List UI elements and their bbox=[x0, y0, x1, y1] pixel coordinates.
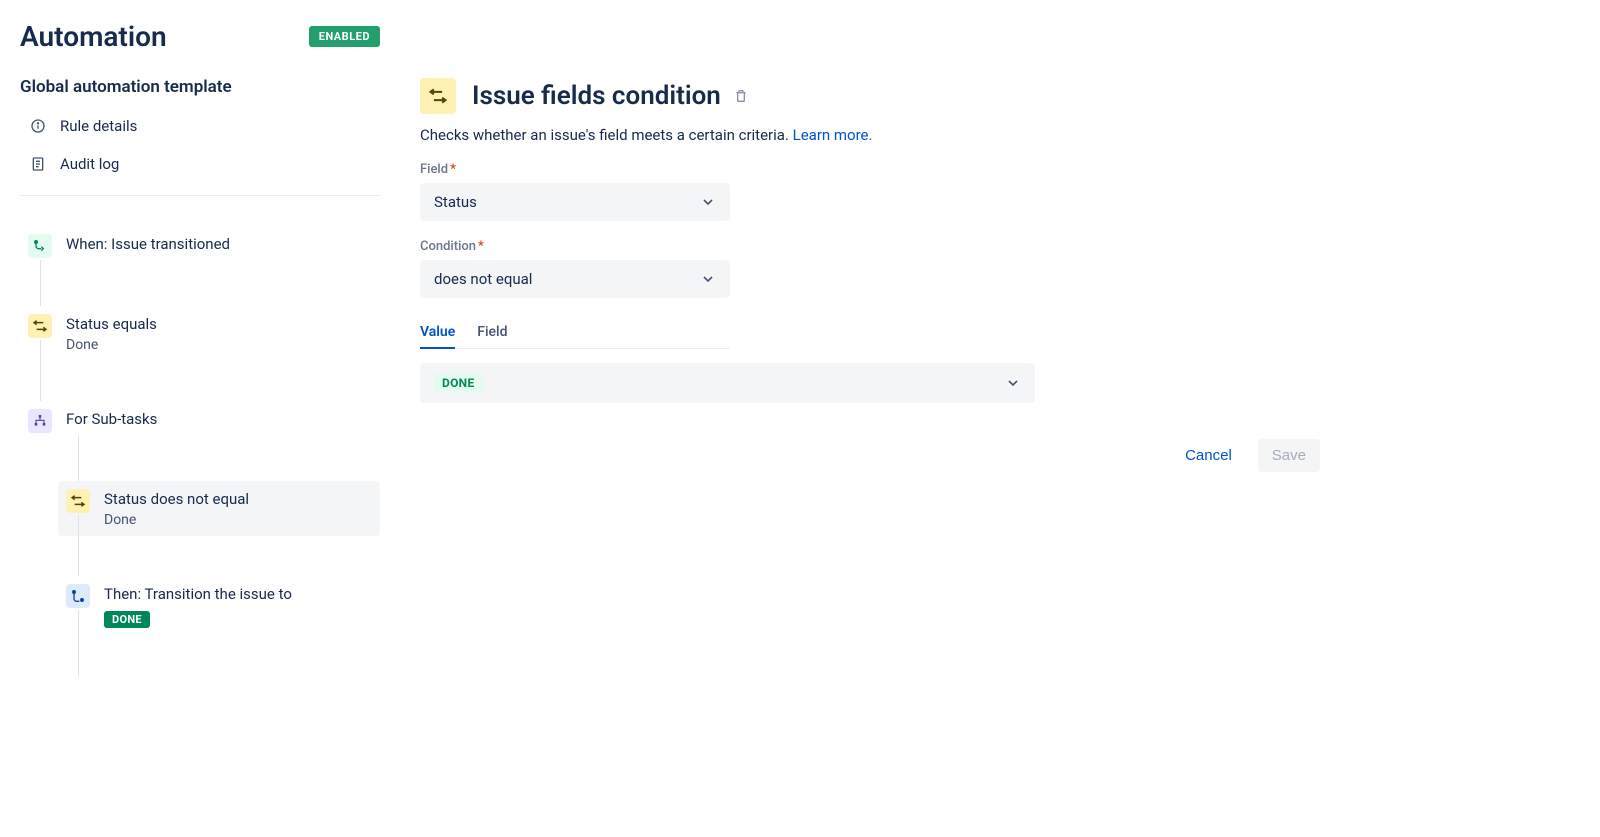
cancel-button[interactable]: Cancel bbox=[1171, 439, 1246, 472]
field-value: Status bbox=[434, 193, 477, 211]
rule-step-condition-status-not-equal[interactable]: Status does not equal Done bbox=[58, 481, 380, 536]
step-label: Status does not equal bbox=[104, 489, 372, 510]
condition-icon bbox=[420, 78, 456, 114]
value-chip: DONE bbox=[434, 373, 483, 393]
step-sub: Done bbox=[104, 512, 372, 528]
trash-icon[interactable] bbox=[733, 88, 749, 104]
nav-label: Audit log bbox=[60, 155, 119, 173]
nav-label: Rule details bbox=[60, 117, 137, 135]
divider bbox=[20, 195, 380, 196]
detail-title: Issue fields condition bbox=[472, 81, 721, 111]
step-label: Then: Transition the issue to bbox=[104, 584, 372, 605]
field-label: Field* bbox=[420, 162, 1320, 177]
tab-field[interactable]: Field bbox=[477, 316, 507, 348]
info-icon bbox=[30, 118, 46, 134]
detail-description: Checks whether an issue's field meets a … bbox=[420, 126, 1320, 144]
step-sub: Done bbox=[66, 337, 372, 353]
connector-line bbox=[40, 340, 41, 401]
condition-icon bbox=[66, 489, 90, 513]
chevron-down-icon bbox=[1005, 375, 1021, 391]
learn-more-link[interactable]: Learn more. bbox=[793, 126, 873, 144]
condition-icon bbox=[28, 314, 52, 338]
field-select[interactable]: Status bbox=[420, 183, 730, 221]
connector-line bbox=[78, 515, 79, 576]
tab-value[interactable]: Value bbox=[420, 316, 455, 348]
save-button[interactable]: Save bbox=[1258, 439, 1320, 472]
value-select[interactable]: DONE bbox=[420, 363, 1035, 403]
action-icon bbox=[66, 584, 90, 608]
enabled-badge: ENABLED bbox=[309, 26, 380, 47]
nav-rule-details[interactable]: Rule details bbox=[20, 107, 380, 145]
connector-line bbox=[78, 435, 79, 481]
step-label: When: Issue transitioned bbox=[66, 234, 372, 255]
condition-label: Condition* bbox=[420, 239, 1320, 254]
description-text: Checks whether an issue's field meets a … bbox=[420, 126, 793, 144]
chevron-down-icon bbox=[700, 271, 716, 287]
step-label: Status equals bbox=[66, 314, 372, 335]
connector-line bbox=[40, 260, 41, 306]
step-label: For Sub-tasks bbox=[66, 409, 372, 430]
branch-icon bbox=[28, 409, 52, 433]
section-subtitle: Global automation template bbox=[20, 77, 380, 97]
page-title: Automation bbox=[20, 20, 167, 53]
rule-step-action-transition[interactable]: Then: Transition the issue to DONE bbox=[58, 576, 380, 636]
nav-audit-log[interactable]: Audit log bbox=[20, 145, 380, 183]
trigger-icon bbox=[28, 234, 52, 258]
chevron-down-icon bbox=[700, 194, 716, 210]
condition-value: does not equal bbox=[434, 270, 532, 288]
document-icon bbox=[30, 156, 46, 172]
connector-line bbox=[78, 610, 79, 676]
rule-step-condition-status-equals[interactable]: Status equals Done bbox=[20, 306, 380, 361]
done-badge: DONE bbox=[104, 611, 150, 628]
rule-step-branch[interactable]: For Sub-tasks bbox=[20, 401, 380, 441]
rule-step-trigger[interactable]: When: Issue transitioned bbox=[20, 226, 380, 266]
condition-select[interactable]: does not equal bbox=[420, 260, 730, 298]
